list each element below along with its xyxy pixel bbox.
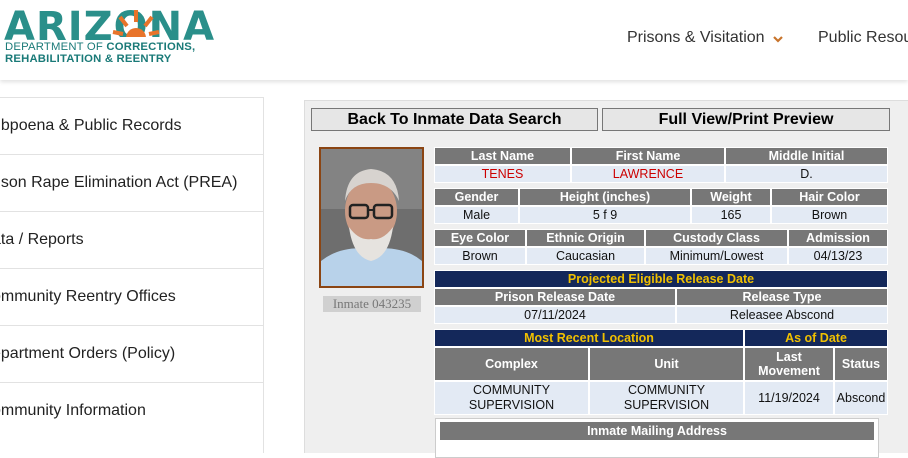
nav-prisons-visitation[interactable]: Prisons & Visitation <box>627 29 765 47</box>
inmate-number-caption: Inmate 043235 <box>323 296 421 312</box>
sidebar-item-community-information[interactable]: ommunity Information <box>0 382 263 439</box>
col-header-complex: Complex <box>434 347 589 381</box>
location-table: Most Recent Location As of Date Complex … <box>434 329 888 415</box>
table-row: Prison Release Date Release Type <box>434 288 888 306</box>
weight-value: 165 <box>691 206 771 224</box>
col-header-admission: Admission <box>788 229 888 247</box>
col-header-height: Height (inches) <box>519 188 691 206</box>
col-header-hair-color: Hair Color <box>771 188 888 206</box>
prison-release-date-value: 07/11/2024 <box>434 306 676 324</box>
middle-initial-value: D. <box>725 165 888 183</box>
table-row: Brown Caucasian Minimum/Lowest 04/13/23 <box>434 247 888 265</box>
gender-value: Male <box>434 206 519 224</box>
table-row: Male 5 f 9 165 Brown <box>434 206 888 224</box>
col-header-status: Status <box>834 347 888 381</box>
col-header-last-name: Last Name <box>434 147 571 165</box>
release-table: Projected Eligible Release Date Prison R… <box>434 270 888 324</box>
sidebar-item-data-reports[interactable]: ata / Reports <box>0 211 263 268</box>
col-header-ethnic-origin: Ethnic Origin <box>526 229 645 247</box>
name-table: Last Name First Name Middle Initial TENE… <box>434 147 888 183</box>
sidebar-item-subpoena-public-records[interactable]: ubpoena & Public Records <box>0 97 263 154</box>
sidebar-item-label: ommunity Information <box>0 402 146 419</box>
sidebar-item-department-orders[interactable]: epartment Orders (Policy) <box>0 325 263 382</box>
ethnic-origin-value: Caucasian <box>526 247 645 265</box>
as-of-date-title: As of Date <box>744 329 888 347</box>
col-header-unit: Unit <box>589 347 744 381</box>
height-value: 5 f 9 <box>519 206 691 224</box>
sidebar-item-label: epartment Orders (Policy) <box>0 345 176 362</box>
table-row: Most Recent Location As of Date <box>434 329 888 347</box>
physical-table: Gender Height (inches) Weight Hair Color… <box>434 188 888 224</box>
admission-value: 04/13/23 <box>788 247 888 265</box>
col-header-eye-color: Eye Color <box>434 229 526 247</box>
col-header-last-movement: Last Movement <box>744 347 834 381</box>
eye-color-value: Brown <box>434 247 526 265</box>
sidebar-item-community-reentry-offices[interactable]: ommunity Reentry Offices <box>0 268 263 325</box>
col-header-custody-class: Custody Class <box>645 229 788 247</box>
sidebar-item-label: ommunity Reentry Offices <box>0 288 176 305</box>
custody-class-value: Minimum/Lowest <box>645 247 788 265</box>
logo-dept-text: DEPARTMENT OF <box>5 41 107 53</box>
col-header-prison-release-date: Prison Release Date <box>434 288 676 306</box>
full-view-print-button[interactable]: Full View/Print Preview <box>602 108 890 131</box>
hair-color-value: Brown <box>771 206 888 224</box>
sidebar-item-prea[interactable]: rison Rape Elimination Act (PREA) <box>0 154 263 211</box>
mailing-address-box: Inmate Mailing Address <box>435 418 879 458</box>
first-name-value: LAWRENCE <box>571 165 725 183</box>
table-row: Complex Unit Last Movement Status <box>434 347 888 381</box>
arizona-doc-logo[interactable]: ARIZONA DEPARTMENT OF CORRECTIONS, REHAB… <box>4 7 224 68</box>
table-row: Last Name First Name Middle Initial <box>434 147 888 165</box>
col-header-first-name: First Name <box>571 147 725 165</box>
table-row: Projected Eligible Release Date <box>434 270 888 288</box>
unit-value: COMMUNITY SUPERVISION <box>589 381 744 415</box>
mailing-address-title: Inmate Mailing Address <box>440 422 874 440</box>
site-header: ARIZONA DEPARTMENT OF CORRECTIONS, REHAB… <box>0 0 908 80</box>
table-row: Gender Height (inches) Weight Hair Color <box>434 188 888 206</box>
sidebar-item-label: ubpoena & Public Records <box>0 117 182 134</box>
last-movement-value: 11/19/2024 <box>744 381 834 415</box>
sidebar-item-label: ata / Reports <box>0 231 84 248</box>
table-row: Eye Color Ethnic Origin Custody Class Ad… <box>434 229 888 247</box>
back-to-search-button[interactable]: Back To Inmate Data Search <box>311 108 598 131</box>
complex-value: COMMUNITY SUPERVISION <box>434 381 589 415</box>
chevron-down-icon[interactable] <box>772 33 784 45</box>
release-type-value: Releasee Abscond <box>676 306 888 324</box>
table-row: TENES LAWRENCE D. <box>434 165 888 183</box>
most-recent-location-title: Most Recent Location <box>434 329 744 347</box>
logo-corrections-text: CORRECTIONS, <box>106 41 196 53</box>
col-header-release-type: Release Type <box>676 288 888 306</box>
col-header-weight: Weight <box>691 188 771 206</box>
col-header-gender: Gender <box>434 188 519 206</box>
nav-public-resources[interactable]: Public Resou <box>818 29 908 47</box>
sidebar-item-label: rison Rape Elimination Act (PREA) <box>0 174 238 191</box>
last-name-value: TENES <box>434 165 571 183</box>
table-row: COMMUNITY SUPERVISION COMMUNITY SUPERVIS… <box>434 381 888 415</box>
logo-subtitle-line2: REHABILITATION & REENTRY <box>5 53 172 65</box>
inmate-portrait-image <box>321 149 422 286</box>
inmate-photo <box>319 147 424 288</box>
table-row: 07/11/2024 Releasee Abscond <box>434 306 888 324</box>
release-date-title: Projected Eligible Release Date <box>434 270 888 288</box>
status-value: Abscond <box>834 381 888 415</box>
origin-table: Eye Color Ethnic Origin Custody Class Ad… <box>434 229 888 265</box>
logo-subtitle-line1: DEPARTMENT OF CORRECTIONS, <box>5 41 195 53</box>
sun-icon <box>112 10 160 44</box>
col-header-middle-initial: Middle Initial <box>725 147 888 165</box>
inmate-data-panel: Back To Inmate Data Search Full View/Pri… <box>304 100 908 458</box>
sidebar-menu: ubpoena & Public Records rison Rape Elim… <box>0 97 264 453</box>
